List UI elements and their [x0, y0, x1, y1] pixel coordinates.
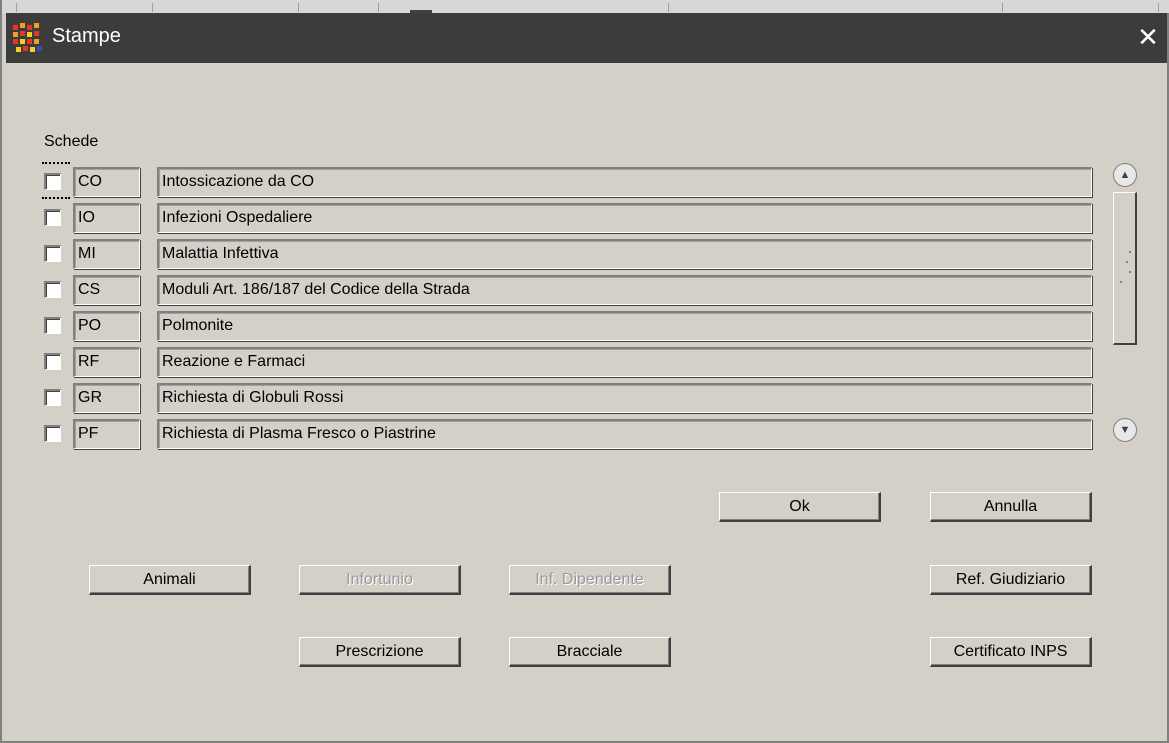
annulla-button[interactable]: Annulla — [930, 492, 1092, 522]
title-bar[interactable]: Stampe ✕ — [6, 13, 1167, 63]
scheda-code-field[interactable]: PO — [73, 311, 140, 341]
strip-tick — [298, 3, 299, 12]
scheda-checkbox[interactable] — [44, 245, 61, 262]
infortunio-button[interactable]: Infortunio — [299, 565, 461, 595]
window-title: Stampe — [52, 25, 121, 47]
prescrizione-button[interactable]: Prescrizione — [299, 637, 461, 667]
close-icon[interactable]: ✕ — [1135, 22, 1161, 52]
inf-dipendente-button[interactable]: Inf. Dipendente — [509, 565, 671, 595]
strip-tick — [378, 3, 379, 12]
grip-dot — [1120, 281, 1122, 283]
strip-tick — [1158, 3, 1159, 12]
scroll-up-icon[interactable]: ▲ — [1113, 163, 1137, 187]
scheda-checkbox[interactable] — [44, 389, 61, 406]
scheda-checkbox[interactable] — [44, 281, 61, 298]
schede-label: Schede — [44, 133, 99, 150]
strip-tick — [16, 3, 17, 12]
scheda-description-field[interactable]: Malattia Infettiva — [157, 239, 1092, 269]
scheda-code-field[interactable]: IO — [73, 203, 140, 233]
scroll-thumb[interactable] — [1113, 192, 1137, 345]
scheda-description-field[interactable]: Intossicazione da CO — [157, 167, 1092, 197]
scheda-code-field[interactable]: CO — [73, 167, 140, 197]
scheda-row-cs: CS Moduli Art. 186/187 del Codice della … — [42, 274, 1094, 306]
scheda-code-field[interactable]: CS — [73, 275, 140, 305]
scheda-description-field[interactable]: Reazione e Farmaci — [157, 347, 1092, 377]
scheda-row-io: IO Infezioni Ospedaliere — [42, 202, 1094, 234]
strip-tick — [1002, 3, 1003, 12]
grip-dot — [1126, 261, 1128, 263]
scheda-code-field[interactable]: RF — [73, 347, 140, 377]
scheda-checkbox[interactable] — [44, 209, 61, 226]
scheda-row-mi: MI Malattia Infettiva — [42, 238, 1094, 270]
background-window-strip — [2, 0, 1169, 13]
scheda-checkbox[interactable] — [44, 353, 61, 370]
scheda-code-field[interactable]: PF — [73, 419, 140, 449]
scheda-description-field[interactable]: Polmonite — [157, 311, 1092, 341]
focus-indicator — [42, 162, 70, 164]
ok-button[interactable]: Ok — [719, 492, 881, 522]
animali-button[interactable]: Animali — [89, 565, 251, 595]
scheda-description-field[interactable]: Richiesta di Globuli Rossi — [157, 383, 1092, 413]
vertical-scrollbar[interactable]: ▲ ▼ — [1112, 163, 1138, 453]
scheda-code-field[interactable]: GR — [73, 383, 140, 413]
scheda-description-field[interactable]: Moduli Art. 186/187 del Codice della Str… — [157, 275, 1092, 305]
scheda-code-field[interactable]: MI — [73, 239, 140, 269]
certificato-inps-button[interactable]: Certificato INPS — [930, 637, 1092, 667]
strip-tick — [152, 3, 153, 12]
ref-giudiziario-button[interactable]: Ref. Giudiziario — [930, 565, 1092, 595]
grip-dot — [1129, 251, 1131, 253]
scheda-row-gr: GR Richiesta di Globuli Rossi — [42, 382, 1094, 414]
scheda-row-co: CO Intossicazione da CO — [42, 166, 1094, 198]
scheda-checkbox[interactable] — [44, 425, 61, 442]
stampe-dialog: Stampe ✕ Schede CO Intossicazione da CO … — [0, 0, 1169, 743]
scheda-description-field[interactable]: Infezioni Ospedaliere — [157, 203, 1092, 233]
strip-tick — [668, 3, 669, 12]
scheda-row-pf: PF Richiesta di Plasma Fresco o Piastrin… — [42, 418, 1094, 450]
scheda-checkbox[interactable] — [44, 317, 61, 334]
grip-dot — [1129, 271, 1131, 273]
scheda-description-field[interactable]: Richiesta di Plasma Fresco o Piastrine — [157, 419, 1092, 449]
scheda-row-po: PO Polmonite — [42, 310, 1094, 342]
bracciale-button[interactable]: Bracciale — [509, 637, 671, 667]
scheda-checkbox[interactable] — [44, 173, 61, 190]
scheda-row-rf: RF Reazione e Farmaci — [42, 346, 1094, 378]
app-grid-icon — [13, 23, 42, 52]
scroll-down-icon[interactable]: ▼ — [1113, 418, 1137, 442]
